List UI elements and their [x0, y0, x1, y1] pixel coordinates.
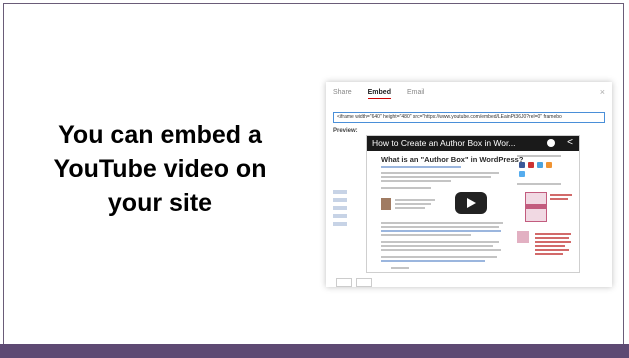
text-line: [391, 267, 409, 269]
bird-icon: [519, 171, 525, 177]
video-title[interactable]: How to Create an Author Box in Wor...: [372, 138, 515, 148]
tab-embed[interactable]: Embed: [367, 89, 391, 99]
tab-share[interactable]: Share: [333, 89, 352, 96]
slide-text-line-1: You can embed a: [58, 121, 262, 149]
side-strip: [333, 190, 347, 250]
video-player-preview[interactable]: How to Create an Author Box in Wor... < …: [366, 135, 580, 273]
text-line: [381, 245, 493, 247]
text-line: [550, 198, 568, 200]
play-icon: [467, 198, 476, 208]
ebook-cover-image: [525, 192, 547, 222]
text-line: [381, 230, 501, 232]
close-icon[interactable]: ×: [600, 87, 605, 97]
text-line: [535, 245, 565, 247]
text-line: [517, 183, 561, 185]
text-line: [535, 237, 569, 239]
facebook-icon: [519, 162, 525, 168]
slide-text-line-2: YouTube video on: [53, 155, 267, 183]
author-avatar: [381, 198, 391, 210]
slide-text-line-3: your site: [107, 189, 213, 217]
preview-label: Preview:: [333, 128, 358, 134]
text-line: [535, 249, 569, 251]
size-box[interactable]: [336, 278, 352, 287]
embed-code-field[interactable]: <iframe width="640" height="480" src="ht…: [333, 112, 605, 123]
text-line: [395, 207, 425, 209]
tab-email[interactable]: Email: [407, 89, 425, 96]
watch-later-icon[interactable]: [547, 139, 555, 147]
text-line: [395, 203, 431, 205]
ebook-cover-band: [526, 204, 546, 209]
text-line: [381, 176, 491, 178]
play-button[interactable]: [455, 192, 487, 214]
text-line: [535, 241, 571, 243]
text-line: [381, 187, 431, 189]
size-box[interactable]: [356, 278, 373, 287]
video-title-bar: How to Create an Author Box in Wor... <: [367, 136, 579, 151]
text-line: [535, 233, 571, 235]
arrow-graphic: [517, 231, 529, 243]
text-line: [381, 222, 503, 224]
pinterest-icon: [528, 162, 534, 168]
text-line: [535, 253, 563, 255]
share-dialog-tabs: Share Embed Email: [333, 89, 438, 101]
youtube-embed-screenshot: Share Embed Email × <iframe width="640" …: [326, 82, 612, 287]
text-line: [381, 249, 501, 251]
text-line: [381, 226, 499, 228]
text-line: [381, 234, 471, 236]
twitter-icon: [537, 162, 543, 168]
text-line: [517, 155, 561, 157]
video-size-row: [333, 278, 373, 287]
text-line: [381, 180, 451, 182]
text-line: [395, 199, 435, 201]
text-line: [381, 166, 461, 168]
rss-icon: [546, 162, 552, 168]
text-line: [550, 194, 572, 196]
footer-bar: [0, 344, 629, 358]
text-line: [381, 256, 497, 258]
slide: You can embed a YouTube video on your si…: [0, 0, 629, 358]
text-line: [381, 172, 499, 174]
slide-main-text: You can embed a YouTube video on your si…: [40, 118, 280, 220]
text-line: [381, 260, 485, 262]
video-page-heading: What is an "Author Box" in WordPress?: [381, 155, 524, 164]
text-line: [381, 241, 499, 243]
share-icon[interactable]: <: [567, 137, 573, 149]
